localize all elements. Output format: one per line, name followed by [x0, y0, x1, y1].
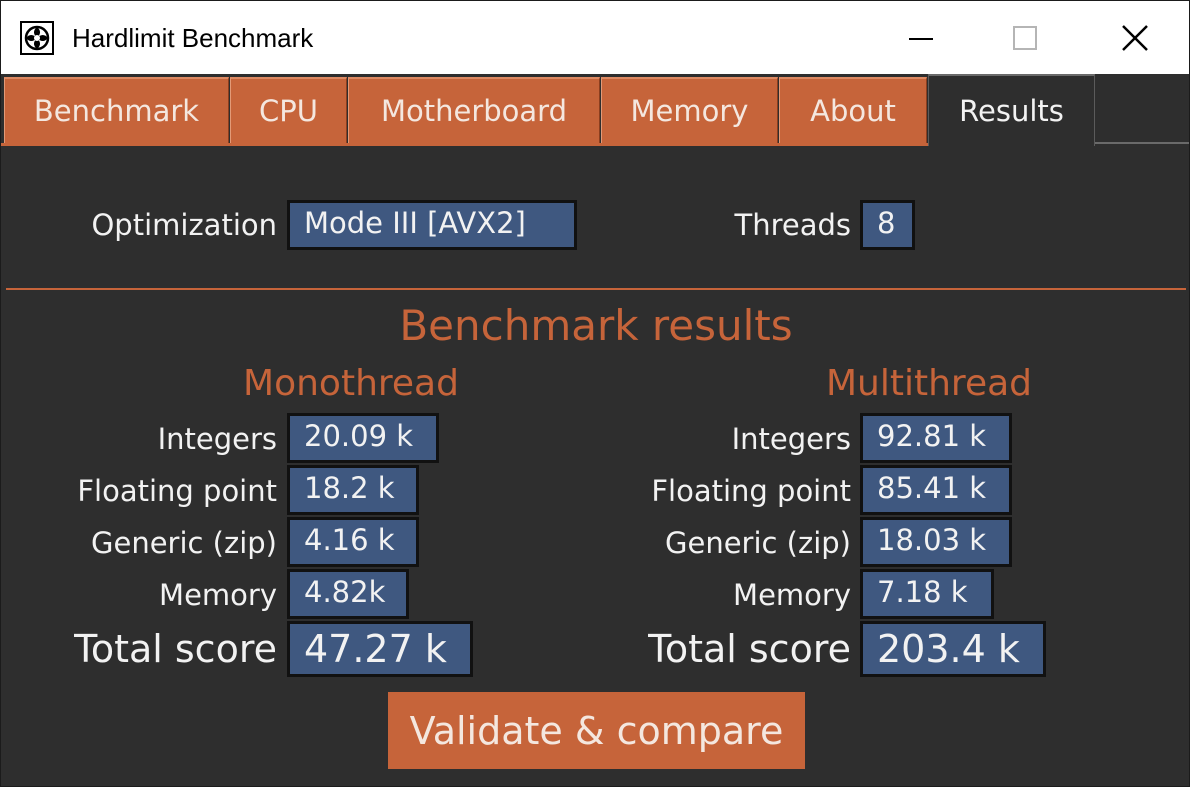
mono-total-value: 47.27 k — [287, 621, 473, 677]
tab-strip: Benchmark CPU Motherboard Memory About R… — [1, 74, 1189, 146]
title-bar[interactable]: Hardlimit Benchmark — [1, 1, 1189, 74]
multi-total-label: Total score — [648, 627, 851, 671]
maximize-button[interactable] — [971, 1, 1079, 74]
optimization-value: Mode III [AVX2] — [287, 200, 577, 250]
multi-floating-value: 85.41 k — [860, 465, 1012, 515]
minimize-icon — [909, 37, 933, 40]
minimize-button[interactable] — [867, 1, 975, 74]
multi-memory-label: Memory — [733, 578, 851, 612]
app-logo-icon — [20, 21, 54, 55]
mono-memory-label: Memory — [159, 578, 277, 612]
multi-floating-label: Floating point — [651, 474, 851, 508]
tab-about[interactable]: About — [779, 77, 927, 143]
mono-generic-label: Generic (zip) — [91, 526, 277, 560]
mono-floating-label: Floating point — [77, 474, 277, 508]
multi-memory-value: 7.18 k — [860, 569, 994, 619]
validate-compare-button[interactable]: Validate & compare — [388, 692, 805, 769]
multi-generic-label: Generic (zip) — [665, 526, 851, 560]
mono-integers-label: Integers — [157, 422, 277, 456]
mono-memory-value: 4.82k — [287, 569, 409, 619]
results-heading: Benchmark results — [399, 301, 793, 350]
threads-value: 8 — [860, 200, 915, 250]
app-window: Hardlimit Benchmark Benchmark CPU Mother… — [0, 0, 1190, 787]
tab-underline — [1, 143, 928, 146]
tab-benchmark[interactable]: Benchmark — [4, 77, 229, 143]
optimization-label: Optimization — [91, 208, 277, 242]
tab-cpu[interactable]: CPU — [230, 77, 347, 143]
mono-integers-value: 20.09 k — [287, 413, 439, 463]
tab-memory[interactable]: Memory — [601, 77, 778, 143]
section-divider — [6, 288, 1186, 290]
tab-motherboard[interactable]: Motherboard — [348, 77, 600, 143]
monothread-heading: Monothread — [243, 363, 459, 404]
window-title: Hardlimit Benchmark — [72, 23, 314, 53]
mono-total-label: Total score — [74, 627, 277, 671]
multi-generic-value: 18.03 k — [860, 517, 1012, 567]
close-button[interactable] — [1081, 1, 1189, 74]
close-icon — [1122, 24, 1148, 51]
tab-underline-right — [1095, 142, 1189, 144]
tab-results[interactable]: Results — [928, 74, 1095, 146]
multi-integers-label: Integers — [731, 422, 851, 456]
multi-total-value: 203.4 k — [860, 621, 1046, 677]
mono-generic-value: 4.16 k — [287, 517, 419, 567]
multithread-heading: Multithread — [826, 363, 1032, 404]
maximize-icon — [1013, 25, 1037, 50]
mono-floating-value: 18.2 k — [287, 465, 419, 515]
threads-label: Threads — [734, 208, 851, 242]
multi-integers-value: 92.81 k — [860, 413, 1012, 463]
